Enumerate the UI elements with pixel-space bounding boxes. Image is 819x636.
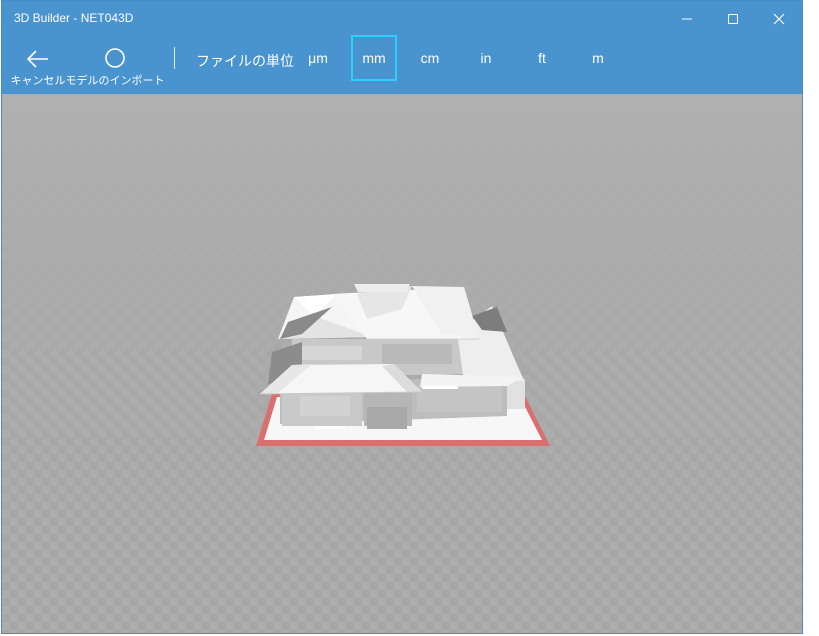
cancel-label: キャンセル (10, 74, 66, 87)
unit-micrometer-button[interactable]: μm (295, 35, 341, 81)
close-button[interactable] (756, 1, 802, 37)
3d-viewport[interactable] (2, 94, 802, 633)
maximize-icon (728, 14, 738, 24)
toolbar-divider (174, 47, 175, 69)
cancel-button[interactable]: キャンセル (10, 37, 66, 94)
title-bar: 3D Builder - NET043D (2, 1, 802, 37)
unit-centimeter-button[interactable]: cm (407, 35, 453, 81)
viewport-scene (2, 94, 802, 633)
unit-foot-button[interactable]: ft (519, 35, 565, 81)
unit-millimeter-button[interactable]: mm (351, 35, 397, 81)
import-model-button[interactable]: モデルのインポート (66, 37, 165, 94)
window-title: 3D Builder - NET043D (14, 11, 134, 25)
unit-inch-button[interactable]: in (463, 35, 509, 81)
minimize-icon (682, 18, 692, 20)
close-icon (773, 13, 785, 25)
maximize-button[interactable] (710, 1, 756, 37)
app-window: 3D Builder - NET043D キャンセル モデルのインポート ファイ… (1, 0, 803, 634)
minimize-button[interactable] (664, 1, 710, 37)
file-units-label: ファイルの単位 (196, 54, 294, 70)
toolbar: キャンセル モデルのインポート ファイルの単位 μm mm cm in ft m (2, 35, 802, 94)
circle-icon (105, 48, 125, 68)
import-model-label: モデルのインポート (65, 74, 165, 87)
arrow-left-icon (26, 50, 48, 68)
unit-meter-button[interactable]: m (575, 35, 621, 81)
